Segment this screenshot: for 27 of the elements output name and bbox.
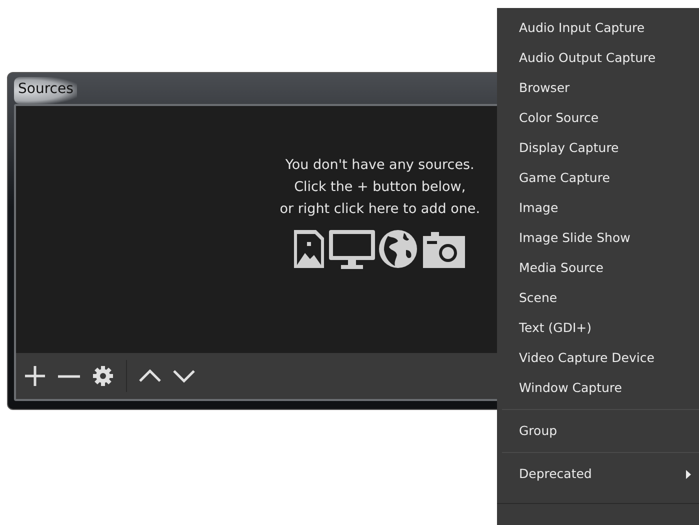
globe-icon (378, 228, 418, 270)
menu-item[interactable]: Image (497, 193, 699, 223)
monitor-icon (328, 228, 376, 270)
remove-button[interactable] (58, 374, 80, 378)
image-icon (292, 228, 326, 270)
menu-item[interactable]: Color Source (497, 103, 699, 133)
menu-item[interactable]: Text (GDI+) (497, 313, 699, 343)
settings-button[interactable] (92, 365, 114, 387)
window-title: Sources (14, 77, 78, 104)
menu-item[interactable]: Game Capture (497, 163, 699, 193)
submenu-arrow-icon (686, 470, 691, 478)
menu-item[interactable]: Audio Output Capture (497, 43, 699, 73)
menu-item[interactable]: Media Source (497, 253, 699, 283)
menu-item[interactable]: Browser (497, 73, 699, 103)
menu-item[interactable]: Audio Input Capture (497, 13, 699, 43)
menu-item[interactable]: Image Slide Show (497, 223, 699, 253)
menu-item[interactable]: Window Capture (497, 373, 699, 403)
menu-item[interactable]: Group (497, 416, 699, 446)
minus-icon (58, 374, 80, 378)
plus-icon (24, 365, 46, 387)
menu-item[interactable]: Video Capture Device (497, 343, 699, 373)
menu-item[interactable]: Display Capture (497, 133, 699, 163)
settings-icon (92, 365, 114, 387)
empty-sources-message: You don't have any sources. Click the + button below, or right click here to add one. (280, 156, 480, 219)
add-button[interactable] (24, 365, 46, 387)
submenu-item[interactable]: Deprecated (497, 459, 699, 489)
menu-item[interactable]: Scene (497, 283, 699, 313)
